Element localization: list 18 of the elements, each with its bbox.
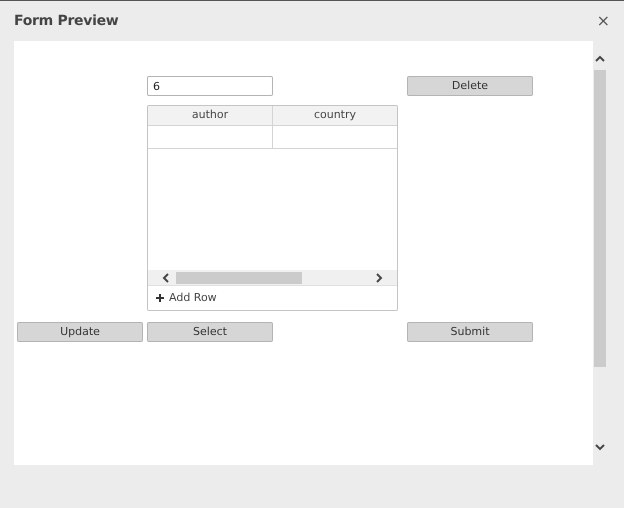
- scroll-left-icon[interactable]: [162, 272, 169, 282]
- form-button[interactable]: Submit: [407, 322, 533, 342]
- number-field[interactable]: 6: [147, 76, 273, 96]
- form-button[interactable]: Select: [147, 322, 273, 342]
- form-button[interactable]: Update: [17, 322, 143, 342]
- horizontal-scrollbar[interactable]: [148, 270, 397, 286]
- delete-button[interactable]: Delete: [407, 76, 533, 96]
- scroll-down-icon[interactable]: [594, 444, 604, 451]
- scroll-up-icon[interactable]: [594, 55, 604, 62]
- scrollbar-thumb[interactable]: [594, 70, 606, 367]
- scrollbar-thumb[interactable]: [176, 272, 302, 284]
- column-header[interactable]: author: [148, 106, 272, 125]
- column-header[interactable]: country: [272, 106, 397, 125]
- window-title: Form Preview: [14, 12, 118, 30]
- add-row-button[interactable]: Add Row: [148, 286, 397, 310]
- plus-icon: [156, 294, 164, 302]
- close-button[interactable]: ×: [596, 13, 610, 29]
- scroll-right-icon[interactable]: [376, 272, 383, 282]
